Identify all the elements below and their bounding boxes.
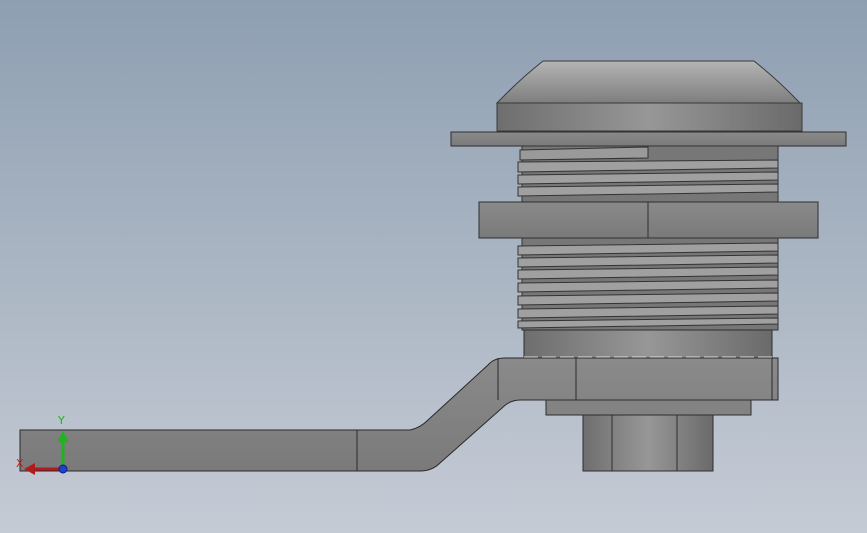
flange[interactable]: [450, 131, 847, 147]
y-axis-label: Y: [58, 414, 65, 427]
threaded-body-lower[interactable]: [517, 237, 779, 331]
x-axis-label: X: [16, 457, 24, 470]
hex-nut[interactable]: [478, 201, 819, 239]
collar[interactable]: [523, 329, 773, 359]
bottom-hex-screw[interactable]: [582, 414, 714, 472]
z-axis-origin: [58, 464, 68, 474]
cad-graphics-viewport[interactable]: Y X: [0, 0, 867, 533]
cam-lock-model[interactable]: [0, 0, 867, 533]
dome-cap[interactable]: [495, 60, 803, 132]
spacer-washer[interactable]: [545, 399, 752, 416]
threaded-body-upper[interactable]: [517, 145, 779, 203]
